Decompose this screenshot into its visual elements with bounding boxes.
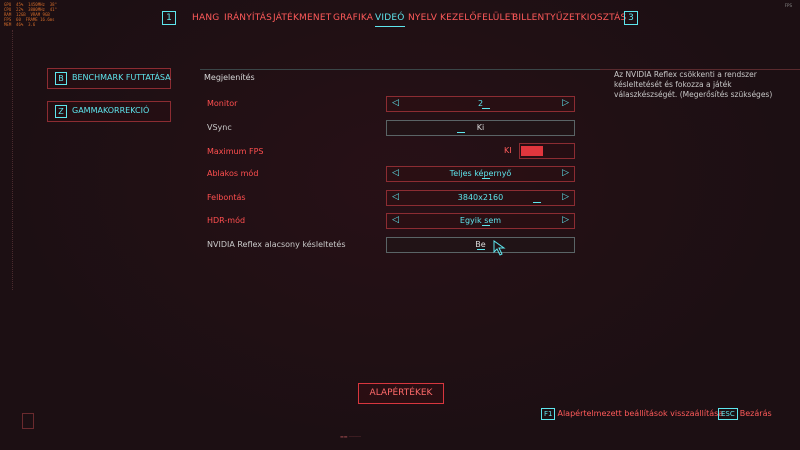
- defaults-button[interactable]: ALAPÉRTÉKEK: [358, 383, 444, 404]
- monitor-selector[interactable]: ◁ 2 ▷: [386, 96, 575, 112]
- arrow-right-icon[interactable]: ▷: [562, 98, 569, 108]
- tab-next-key[interactable]: 3: [624, 11, 638, 25]
- vsync-value: Ki: [476, 123, 485, 132]
- fps-counter: FPS: [784, 3, 792, 8]
- gamma-button[interactable]: Z GAMMAKORREKCIÓ: [47, 101, 171, 122]
- close-label: Bezárás: [739, 409, 772, 418]
- value-underline: [482, 178, 490, 179]
- vsync-toggle[interactable]: Ki: [386, 120, 575, 136]
- benchmark-label: BENCHMARK FUTTATÁSA: [72, 73, 171, 82]
- benchmark-key: B: [55, 72, 67, 85]
- setting-description: Az NVIDIA Reflex csökkenti a rendszer ké…: [614, 70, 773, 99]
- settings-tabs: 1 HANG IRÁNYÍTÁS JÁTÉKMENET GRAFIKA VIDE…: [0, 11, 800, 29]
- value-underline: [477, 249, 485, 250]
- tab-prev-key[interactable]: 1: [162, 11, 176, 25]
- resolution-label: Felbontás: [207, 193, 246, 202]
- window-mode-selector[interactable]: ◁ Teljes képernyő ▷: [386, 166, 575, 182]
- bottom-decoration: ▬▬ ─────: [340, 434, 361, 439]
- reset-key: F1: [541, 408, 556, 420]
- reflex-label: NVIDIA Reflex alacsony késleltetés: [207, 240, 346, 249]
- value-underline: [457, 132, 465, 133]
- tab-hang[interactable]: HANG: [192, 13, 219, 23]
- corner-logo: [22, 413, 34, 429]
- monitor-label: Monitor: [207, 99, 238, 108]
- tab-iranyitas[interactable]: IRÁNYÍTÁS: [224, 13, 272, 23]
- arrow-right-icon[interactable]: ▷: [562, 168, 569, 178]
- value-underline: [482, 108, 490, 109]
- tab-nyelv[interactable]: NYELV: [408, 13, 437, 23]
- monitor-value: 2: [477, 99, 484, 108]
- max-fps-slider-fill: [521, 146, 543, 156]
- section-title: Megjelenítés: [204, 73, 255, 82]
- max-fps-label: Maximum FPS: [207, 147, 264, 156]
- gamma-label: GAMMAKORREKCIÓ: [72, 106, 150, 115]
- window-mode-label: Ablakos mód: [207, 169, 259, 178]
- tab-kezelofelulet[interactable]: KEZELŐFELÜLET: [440, 13, 516, 23]
- value-underline: [482, 225, 490, 226]
- benchmark-button[interactable]: B BENCHMARK FUTTATÁSA: [47, 68, 171, 89]
- mouse-cursor-icon: [493, 240, 506, 256]
- reflex-value: Be: [475, 240, 486, 249]
- max-fps-slider[interactable]: [519, 143, 575, 159]
- value-underline: [533, 202, 541, 203]
- reset-label: Alapértelmezett beállítások visszaállítá…: [557, 409, 724, 418]
- hdr-selector[interactable]: ◁ Egyik sem ▷: [386, 213, 575, 229]
- arrow-right-icon[interactable]: ▷: [562, 215, 569, 225]
- close-hint[interactable]: ESC Bezárás: [718, 408, 772, 420]
- hdr-value: Egyik sem: [459, 216, 502, 225]
- vsync-label: VSync: [207, 123, 232, 132]
- side-decoration: [12, 30, 21, 290]
- window-mode-value: Teljes képernyő: [449, 169, 512, 178]
- resolution-selector[interactable]: ◁ 3840x2160 ▷: [386, 190, 575, 206]
- tab-billentyuzet[interactable]: BILLENTYŰZETKIOSZTÁS: [512, 13, 626, 23]
- resolution-value: 3840x2160: [457, 193, 504, 202]
- tab-grafika[interactable]: GRAFIKA: [333, 13, 373, 23]
- arrow-right-icon[interactable]: ▷: [562, 192, 569, 202]
- hdr-label: HDR-mód: [207, 216, 246, 225]
- tab-video[interactable]: VIDEÓ: [375, 13, 405, 27]
- tab-jatekmenet[interactable]: JÁTÉKMENET: [273, 13, 331, 23]
- reset-defaults-hint[interactable]: F1 Alapértelmezett beállítások visszaállí…: [541, 408, 723, 420]
- max-fps-value: KI: [504, 146, 512, 155]
- content-divider: [200, 69, 600, 70]
- reflex-toggle[interactable]: Be: [386, 237, 575, 253]
- close-key: ESC: [718, 408, 738, 420]
- gamma-key: Z: [55, 105, 67, 118]
